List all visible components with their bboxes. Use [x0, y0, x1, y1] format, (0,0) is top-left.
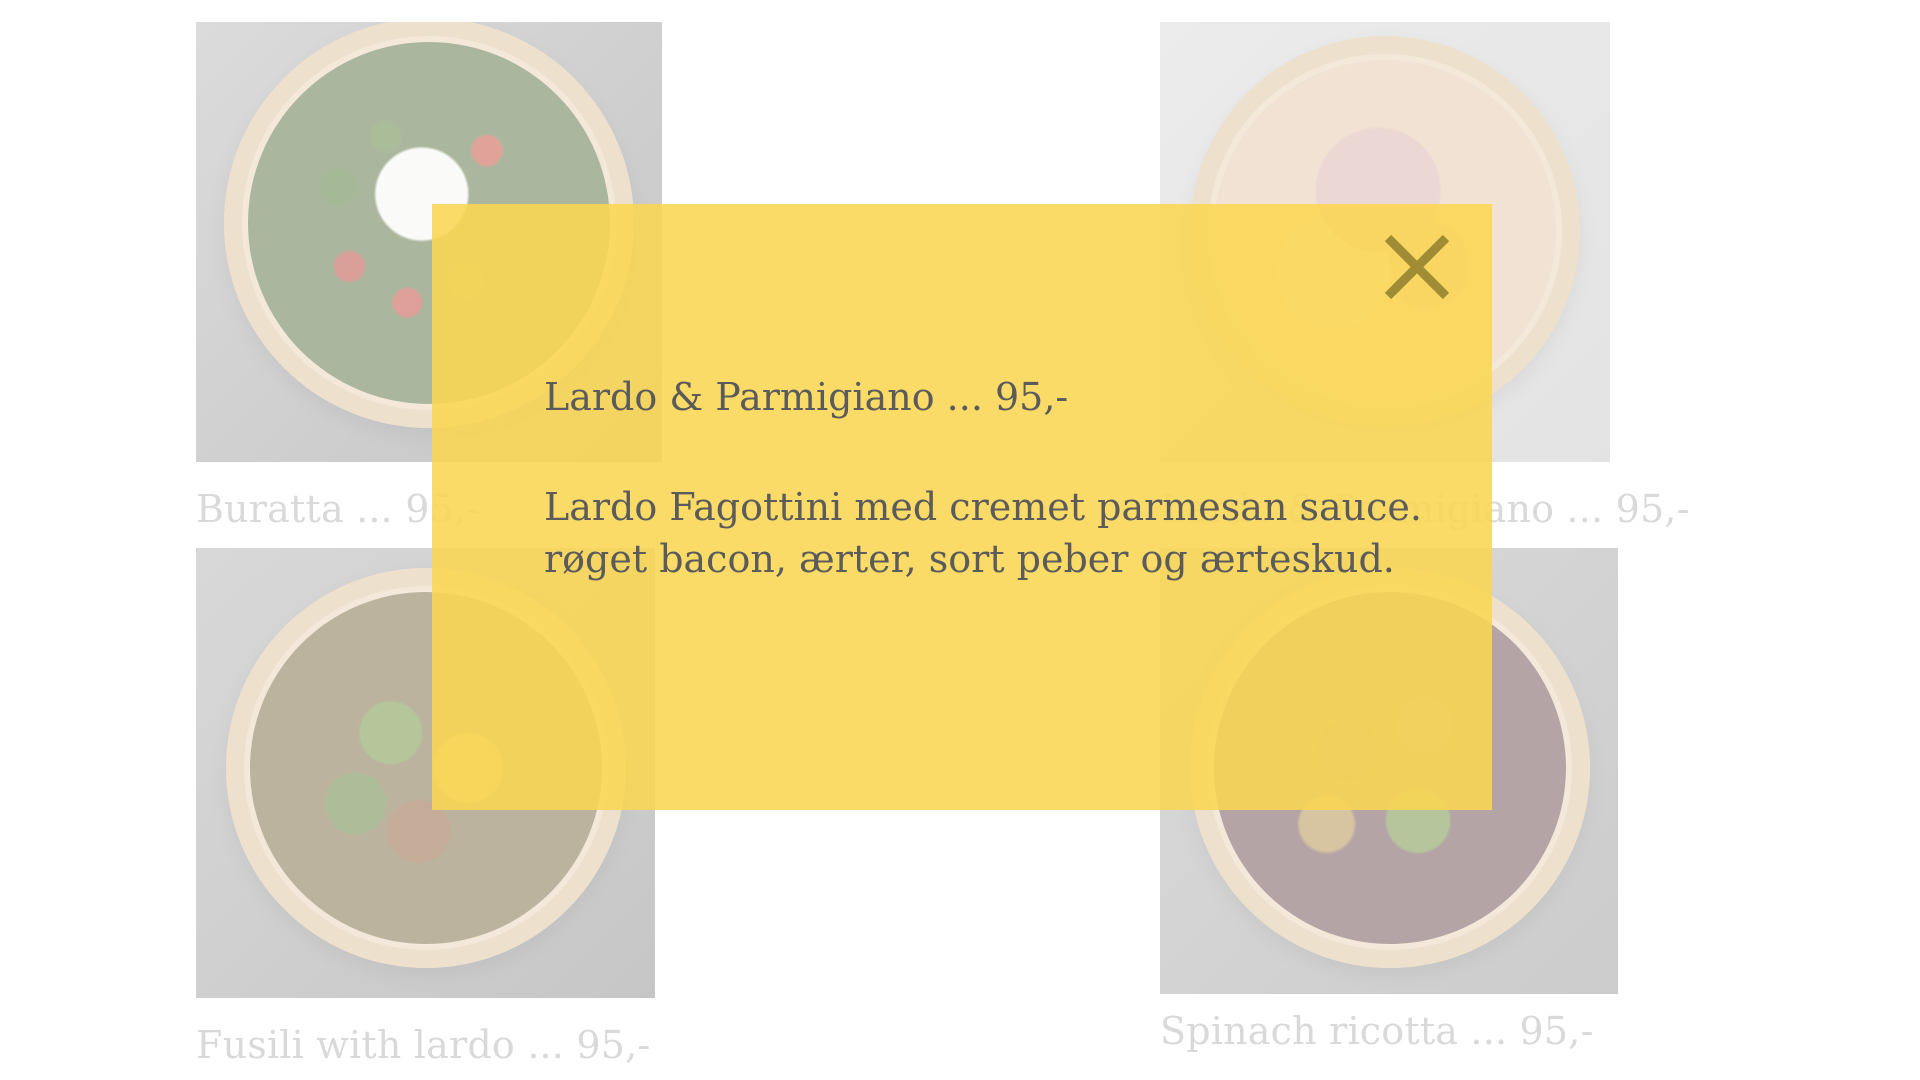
modal-title: Lardo & Parmigiano ... 95,-	[544, 375, 1069, 419]
close-button[interactable]	[1382, 232, 1452, 302]
dish-caption: Spinach ricotta ... 95,-	[1160, 1009, 1594, 1053]
description-line: Lardo Fagottini med cremet parmesan sauc…	[544, 485, 1422, 529]
modal-description: Lardo Fagottini med cremet parmesan sauc…	[544, 481, 1422, 586]
menu-page: Buratta ... 95,- Lardo & Parmigiano ... …	[0, 0, 1920, 1080]
dish-detail-modal: Lardo & Parmigiano ... 95,- Lardo Fagott…	[432, 204, 1492, 810]
close-icon	[1384, 234, 1450, 300]
description-line: røget bacon, ærter, sort peber og ærtesk…	[544, 537, 1395, 582]
dish-caption: Fusili with lardo ... 95,-	[196, 1023, 651, 1067]
